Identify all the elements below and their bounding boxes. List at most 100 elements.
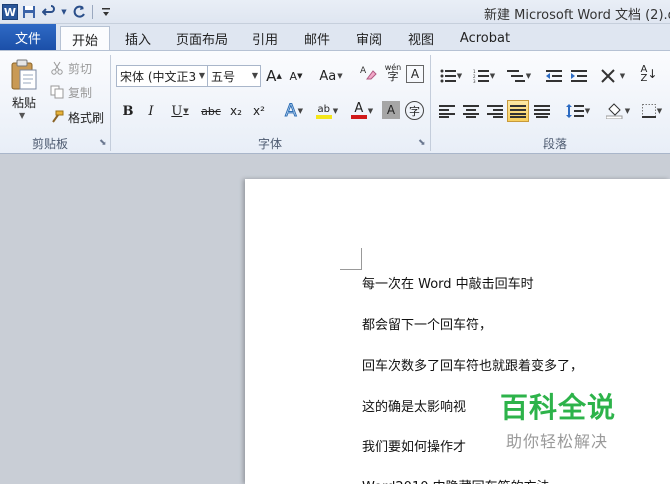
group-separator <box>110 55 111 151</box>
document-line[interactable]: 回车次数多了回车符也就跟着变多了， <box>362 355 583 374</box>
sort-button[interactable]: A Z ↓ <box>638 63 660 85</box>
subscript-button[interactable]: x₂ <box>227 100 245 122</box>
clipboard-group-label: 剪贴板 <box>31 137 68 151</box>
redo-icon[interactable] <box>70 3 88 21</box>
align-center-icon <box>463 105 479 118</box>
font-group-label: 字体 <box>257 137 282 151</box>
format-painter-button[interactable]: 格式刷 <box>50 107 104 127</box>
paragraph-group-label: 段落 <box>542 137 567 151</box>
qat-separator <box>92 5 93 19</box>
character-border-button[interactable]: A <box>406 65 424 83</box>
character-shading-button[interactable]: A <box>382 101 400 119</box>
borders-button[interactable]: ▼ <box>638 100 666 122</box>
tab-references[interactable]: 引用 <box>246 26 284 50</box>
align-right-icon <box>487 105 503 118</box>
font-launcher-icon[interactable]: ⬊ <box>418 138 426 148</box>
tab-review[interactable]: 审阅 <box>350 26 388 50</box>
multilevel-list-icon <box>506 70 525 82</box>
enclose-characters-button[interactable]: 字 <box>405 101 424 120</box>
copy-button[interactable]: 复制 <box>50 82 92 102</box>
align-right-button[interactable] <box>485 100 505 122</box>
underline-button[interactable]: U ▼ <box>166 100 194 122</box>
align-left-button[interactable] <box>437 100 457 122</box>
document-line[interactable]: Word2010 中隐藏回车符的方法 <box>362 476 550 484</box>
svg-text:A: A <box>360 66 367 76</box>
align-left-icon <box>439 105 455 118</box>
strikethrough-button[interactable]: abc <box>200 100 222 122</box>
highlight-button[interactable]: ab ▼ <box>312 100 342 122</box>
change-case-icon: Aa <box>319 68 337 84</box>
clipboard-launcher-icon[interactable]: ⬊ <box>99 138 107 148</box>
document-line[interactable]: 都会留下一个回车符， <box>362 314 492 333</box>
shading-button[interactable]: ▼ <box>603 100 633 122</box>
superscript-icon: x² <box>253 104 265 118</box>
change-case-button[interactable]: Aa ▼ <box>318 65 344 87</box>
customize-qat-icon[interactable] <box>97 3 115 21</box>
tab-insert[interactable]: 插入 <box>118 26 158 50</box>
justify-button[interactable] <box>507 100 529 122</box>
tab-file[interactable]: 文件 <box>0 24 56 50</box>
format-painter-label: 格式刷 <box>68 110 105 125</box>
phonetic-guide-icon: wén 字 <box>384 63 402 83</box>
document-line[interactable]: 我们要如何操作才 <box>362 436 466 455</box>
text-effects-icon: A <box>284 101 297 122</box>
font-size-combo[interactable]: 五号 ▼ <box>207 65 261 87</box>
character-shading-icon: A <box>386 103 396 117</box>
bullets-button[interactable]: ▼ <box>437 65 465 87</box>
shrink-font-button[interactable]: A ▼ <box>288 65 304 87</box>
italic-button[interactable]: I <box>143 100 159 122</box>
cut-label: 剪切 <box>68 61 93 76</box>
tab-view[interactable]: 视图 <box>402 26 440 50</box>
paste-dropdown-icon[interactable]: ▼ <box>19 111 25 120</box>
font-name-value: 宋体 (中文正3 <box>120 69 197 84</box>
clear-format-button[interactable]: A <box>358 63 378 85</box>
font-color-button[interactable]: A ▼ <box>347 100 377 122</box>
borders-icon <box>641 104 656 118</box>
numbering-button[interactable]: 1 2 3 ▼ <box>470 65 498 87</box>
align-center-button[interactable] <box>461 100 481 122</box>
undo-icon[interactable] <box>40 3 58 21</box>
increase-indent-button[interactable] <box>569 65 589 87</box>
increase-indent-icon <box>571 70 587 82</box>
phonetic-guide-button[interactable]: wén 字 <box>382 61 404 83</box>
line-spacing-button[interactable]: ▼ <box>563 100 593 122</box>
text-effects-button[interactable]: A ▼ <box>280 100 308 122</box>
paste-icon[interactable] <box>10 59 38 91</box>
document-line[interactable]: 这的确是太影响视 <box>362 396 466 415</box>
multilevel-list-button[interactable]: ▼ <box>504 65 534 87</box>
decrease-indent-icon <box>546 70 562 82</box>
tab-home[interactable]: 开始 <box>60 26 110 51</box>
italic-icon: I <box>148 103 154 119</box>
document-line[interactable]: 每一次在 Word 中敲击回车时 <box>362 273 534 292</box>
chinese-layout-icon <box>601 69 615 83</box>
undo-dropdown-icon[interactable]: ▼ <box>60 3 68 21</box>
distributed-button[interactable] <box>532 100 552 122</box>
copy-icon <box>50 85 64 99</box>
watermark: 百科全说 助你轻松解决 <box>500 392 616 452</box>
bullets-icon <box>440 69 456 83</box>
scissors-icon <box>50 61 64 75</box>
save-icon[interactable] <box>20 3 38 21</box>
distributed-icon <box>534 105 550 118</box>
grow-font-button[interactable]: A ▲ <box>266 65 282 87</box>
paste-button[interactable]: 粘贴 <box>12 94 36 111</box>
tab-acrobat[interactable]: Acrobat <box>454 26 516 50</box>
cut-button[interactable]: 剪切 <box>50 58 92 78</box>
ribbon-home: 粘贴 ▼ 剪切 复制 格式刷 剪贴板 ⬊ 宋体 (中文正3 ▼ 五号 ▼ A ▲ … <box>0 50 670 154</box>
chinese-layout-button[interactable]: ▼ <box>598 65 628 87</box>
chevron-down-icon: ▼ <box>251 71 258 80</box>
chevron-down-icon: ▼ <box>198 71 205 80</box>
decrease-indent-button[interactable] <box>544 65 564 87</box>
title-bar: W ▼ 新建 Microsoft Word 文档 (2).dc <box>0 0 670 24</box>
font-name-combo[interactable]: 宋体 (中文正3 ▼ <box>116 65 208 87</box>
tab-mailings[interactable]: 邮件 <box>298 26 336 50</box>
strikethrough-icon: abc <box>201 104 221 118</box>
justify-icon <box>510 105 526 118</box>
grow-font-icon: A <box>266 67 277 85</box>
copy-label: 复制 <box>68 85 93 100</box>
tab-page-layout[interactable]: 页面布局 <box>170 26 234 50</box>
svg-text:3: 3 <box>473 79 476 83</box>
superscript-button[interactable]: x² <box>250 100 268 122</box>
bold-button[interactable]: B <box>120 100 136 122</box>
word-app-icon[interactable]: W <box>2 4 18 20</box>
